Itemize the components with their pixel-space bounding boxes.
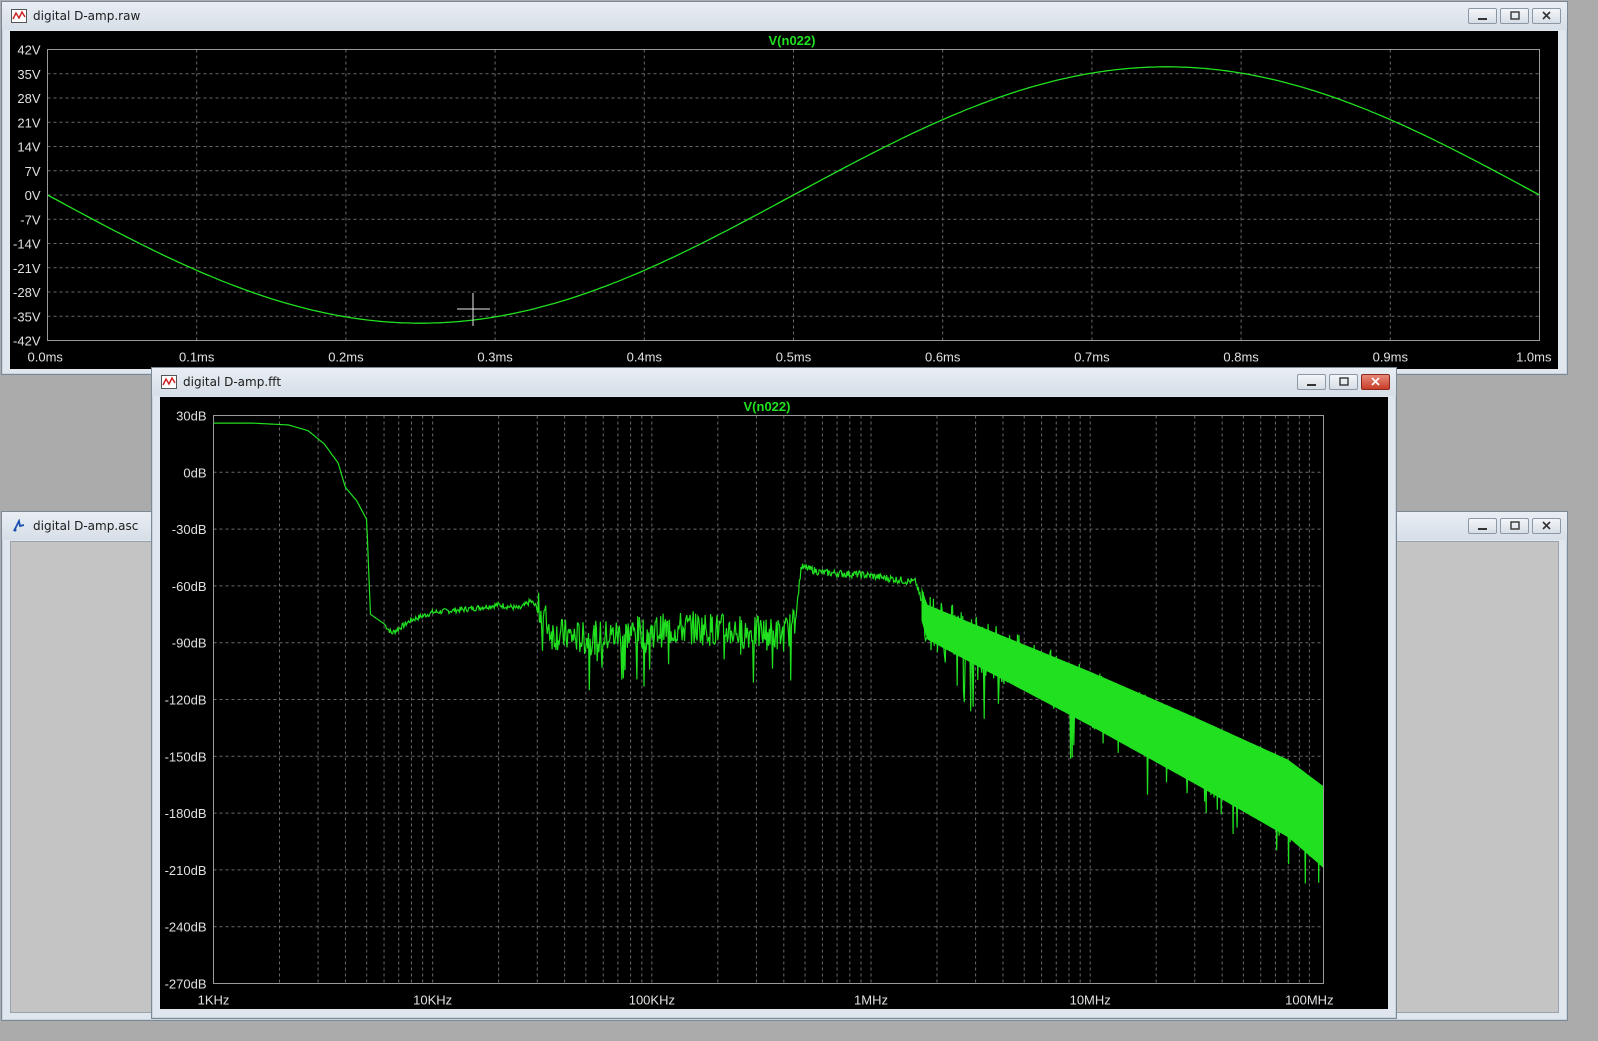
fft-plot-svg[interactable]: V(n022) 30dB 0dB -30dB -60dB -90dB -120dB -150…	[160, 397, 1388, 1009]
raw-y-tick-label: -7V	[20, 212, 41, 227]
raw-y-tick-label: -35V	[13, 309, 41, 324]
asc-window-title: digital D-amp.asc	[33, 519, 139, 533]
fft-y-tick-label: -270dB	[165, 977, 207, 992]
schematic-icon	[13, 519, 25, 532]
fft-y-tick-label: -30dB	[172, 522, 207, 537]
raw-y-tick-label: 35V	[17, 67, 40, 82]
raw-window-title: digital D-amp.raw	[33, 9, 141, 23]
raw-plot-svg[interactable]: V(n022) 42V 35V 28V 21V 14V 7V 0V -7V -14V -21V -2…	[10, 31, 1558, 369]
raw-y-tick-label: -42V	[13, 334, 41, 349]
asc-close-button[interactable]	[1532, 518, 1561, 534]
raw-plot-pane[interactable]: V(n022) 42V 35V 28V 21V 14V 7V 0V -7V -14V -21V -2…	[10, 31, 1558, 369]
raw-y-tick-label: 28V	[17, 91, 40, 106]
asc-restore-button[interactable]	[1500, 518, 1529, 534]
fft-x-tick-label: 10KHz	[413, 993, 452, 1008]
minimize-icon	[1478, 528, 1487, 530]
close-icon	[1542, 521, 1551, 530]
raw-x-tick-label: 0.4ms	[627, 350, 663, 365]
asc-minimize-button[interactable]	[1468, 518, 1497, 534]
raw-x-tick-label: 0.0ms	[28, 350, 64, 365]
fft-window-titlebar[interactable]: digital D-amp.fft	[152, 368, 1396, 396]
fft-y-tick-label: -240dB	[165, 920, 207, 935]
fft-plot-pane[interactable]: V(n022) 30dB 0dB -30dB -60dB -90dB -120dB -150…	[160, 397, 1388, 1009]
close-icon	[1371, 377, 1380, 386]
fft-grid	[213, 415, 1324, 984]
fft-x-tick-label: 100KHz	[629, 993, 675, 1008]
waveform-icon	[161, 375, 177, 389]
fft-trace-label[interactable]: V(n022)	[744, 399, 791, 414]
minimize-icon	[1478, 18, 1487, 20]
raw-x-tick-label: 0.1ms	[179, 350, 215, 365]
raw-x-tick-label: 0.6ms	[925, 350, 961, 365]
raw-x-tick-label: 0.8ms	[1223, 350, 1259, 365]
fft-y-tick-label: 30dB	[176, 409, 206, 424]
raw-close-button[interactable]	[1532, 8, 1561, 24]
restore-icon	[1510, 11, 1520, 20]
minimize-icon	[1307, 384, 1316, 386]
raw-y-tick-label: 42V	[17, 43, 40, 58]
raw-y-tick-label: -28V	[13, 285, 41, 300]
raw-x-tick-label: 0.2ms	[328, 350, 364, 365]
fft-spectrum-window[interactable]: digital D-amp.fft V(n022) 30dB 0dB -30dB -6…	[151, 367, 1397, 1019]
raw-y-tick-label: -14V	[13, 237, 41, 252]
raw-x-tick-label: 0.5ms	[776, 350, 812, 365]
waveform-icon	[11, 9, 27, 23]
raw-x-tick-label: 1.0ms	[1516, 350, 1552, 365]
restore-icon	[1339, 377, 1349, 386]
raw-y-tick-label: 7V	[25, 164, 41, 179]
fft-trace-line[interactable]	[213, 422, 1325, 884]
fft-y-tick-label: -150dB	[165, 749, 207, 764]
raw-y-tick-label: 14V	[17, 140, 40, 155]
raw-minimize-button[interactable]	[1468, 8, 1497, 24]
raw-y-tick-label: -21V	[13, 261, 41, 276]
raw-waveform-window[interactable]: digital D-amp.raw V(n022) 42V 35V 28V 21V 14…	[1, 1, 1568, 375]
fft-noise-envelope	[921, 586, 1324, 868]
raw-restore-button[interactable]	[1500, 8, 1529, 24]
fft-y-tick-label: -90dB	[172, 636, 207, 651]
fft-y-axis: 30dB 0dB -30dB -60dB -90dB -120dB -150dB -180dB…	[165, 409, 207, 992]
raw-x-tick-label: 0.9ms	[1373, 350, 1409, 365]
close-icon	[1542, 11, 1551, 20]
fft-close-button[interactable]	[1361, 374, 1390, 390]
fft-x-axis: 1KHz 10KHz 100KHz 1MHz 10MHz 100MHz	[198, 993, 1334, 1008]
raw-y-tick-label: 21V	[17, 115, 40, 130]
fft-y-tick-label: -120dB	[165, 693, 207, 708]
fft-minimize-button[interactable]	[1297, 374, 1326, 390]
raw-x-tick-label: 0.3ms	[477, 350, 513, 365]
fft-x-tick-label: 1KHz	[198, 993, 230, 1008]
fft-y-tick-label: -60dB	[172, 579, 207, 594]
fft-y-tick-label: -180dB	[165, 806, 207, 821]
fft-restore-button[interactable]	[1329, 374, 1358, 390]
fft-x-tick-label: 100MHz	[1285, 993, 1333, 1008]
raw-x-tick-label: 0.7ms	[1074, 350, 1110, 365]
raw-window-titlebar[interactable]: digital D-amp.raw	[2, 2, 1567, 30]
fft-x-tick-label: 10MHz	[1070, 993, 1111, 1008]
raw-x-axis: 0.0ms 0.1ms 0.2ms 0.3ms 0.4ms 0.5ms 0.6ms 0.7ms…	[28, 350, 1552, 365]
fft-x-tick-label: 1MHz	[854, 993, 888, 1008]
fft-y-tick-label: -210dB	[165, 863, 207, 878]
raw-y-axis: 42V 35V 28V 21V 14V 7V 0V -7V -14V -21V -28V -35V -4…	[13, 43, 41, 349]
raw-trace-label[interactable]: V(n022)	[769, 33, 816, 48]
restore-icon	[1510, 521, 1520, 530]
raw-y-tick-label: 0V	[25, 188, 41, 203]
fft-window-title: digital D-amp.fft	[183, 375, 282, 389]
fft-noise-band	[921, 586, 1324, 868]
fft-y-tick-label: 0dB	[183, 465, 206, 480]
